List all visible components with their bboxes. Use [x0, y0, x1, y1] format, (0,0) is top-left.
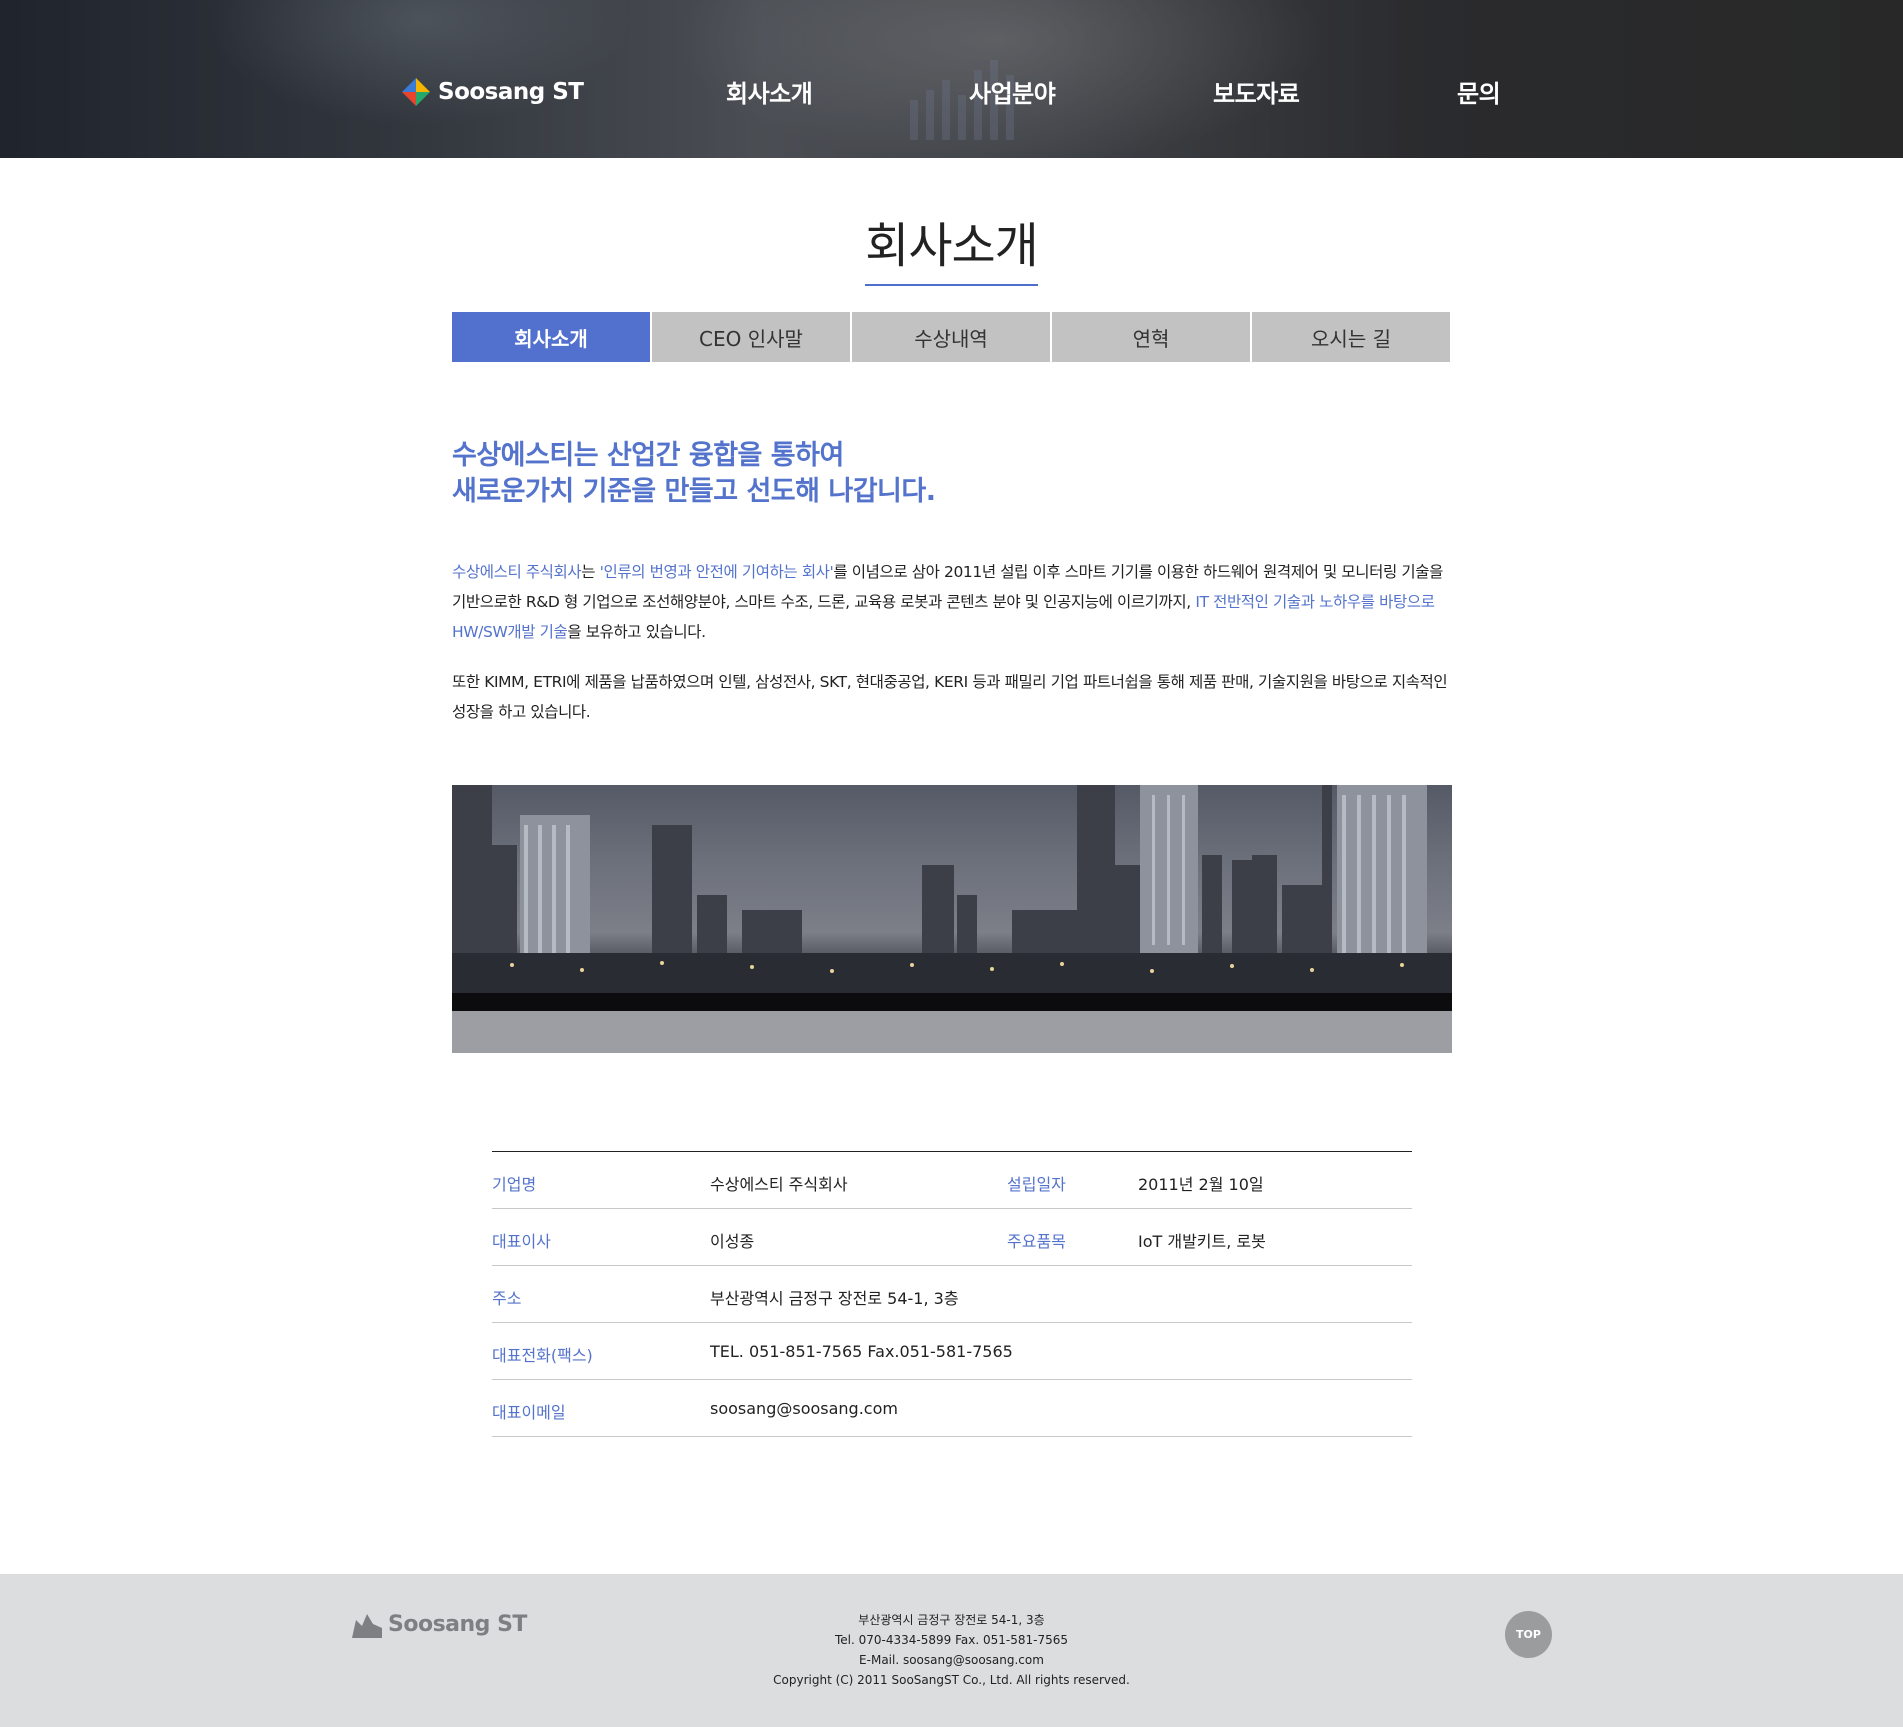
scroll-top-button[interactable]: TOP [1505, 1611, 1552, 1658]
motto-highlight: '인류의 번영과 안전에 기여하는 회사' [599, 563, 834, 581]
logo-icon [402, 78, 430, 106]
tab-directions[interactable]: 오시는 길 [1252, 312, 1450, 362]
headline-line-1: 수상에스티는 산업간 융합을 통하여 [452, 440, 844, 471]
table-row: 주소 부산광역시 금정구 장전로 54-1, 3층 [492, 1266, 1412, 1323]
company-info-table: 기업명 수상에스티 주식회사 설립일자 2011년 2월 10일 대표이사 이성… [492, 1151, 1412, 1437]
logo-text: Soosang ST [438, 79, 584, 105]
headline-line-2: 새로운가치 기준을 만들고 선도해 나갑니다. [452, 476, 936, 507]
header-logo[interactable]: Soosang ST [402, 78, 584, 106]
email-label: 대표이메일 [492, 1403, 566, 1422]
company-name-label: 기업명 [492, 1175, 537, 1194]
address-label: 주소 [492, 1289, 522, 1308]
ceo-label: 대표이사 [492, 1232, 551, 1251]
tab-company-intro[interactable]: 회사소개 [452, 312, 650, 362]
site-header: Soosang ST 회사소개 사업분야 보도자료 문의 [0, 0, 1903, 158]
page-title: 회사소개 [865, 206, 1039, 286]
headline: 수상에스티는 산업간 융합을 통하여 새로운가치 기준을 만들고 선도해 나갑니… [452, 438, 1450, 510]
footer-address: 부산광역시 금정구 장전로 54-1, 3층 [858, 1613, 1045, 1627]
company-name-highlight: 수상에스티 주식회사 [452, 563, 582, 581]
nav-business[interactable]: 사업분야 [969, 74, 1056, 109]
site-footer: Soosang ST 부산광역시 금정구 장전로 54-1, 3층 Tel. 0… [0, 1574, 1903, 1727]
sub-tabs: 회사소개 CEO 인사말 수상내역 연혁 오시는 길 [452, 312, 1450, 362]
phone-value: TEL. 051-851-7565 Fax.051-581-7565 [710, 1342, 1013, 1361]
tab-history[interactable]: 연혁 [1052, 312, 1250, 362]
company-name-value: 수상에스티 주식회사 [710, 1175, 848, 1194]
ceo-value: 이성종 [710, 1232, 755, 1251]
intro-paragraph: 수상에스티 주식회사는 '인류의 번영과 안전에 기여하는 회사'를 이념으로 … [452, 563, 1443, 641]
founded-label: 설립일자 [1007, 1175, 1066, 1194]
footer-copyright: Copyright (C) 2011 SooSangST Co., Ltd. A… [773, 1673, 1130, 1687]
table-row: 기업명 수상에스티 주식회사 설립일자 2011년 2월 10일 [492, 1152, 1412, 1209]
founded-value: 2011년 2월 10일 [1138, 1175, 1264, 1194]
table-row: 대표이메일 soosang@soosang.com [492, 1380, 1412, 1437]
nav-press[interactable]: 보도자료 [1213, 74, 1300, 109]
table-row: 대표이사 이성종 주요품목 IoT 개발키트, 로봇 [492, 1209, 1412, 1266]
table-row: 대표전화(팩스) TEL. 051-851-7565 Fax.051-581-7… [492, 1323, 1412, 1380]
footer-email: E-Mail. soosang@soosang.com [859, 1653, 1044, 1667]
page-title-wrap: 회사소개 [0, 206, 1903, 286]
tab-ceo-greeting[interactable]: CEO 인사말 [652, 312, 850, 362]
footer-tel-fax: Tel. 070-4334-5899 Fax. 051-581-7565 [835, 1633, 1068, 1647]
phone-label: 대표전화(팩스) [492, 1346, 593, 1365]
nav-contact[interactable]: 문의 [1457, 74, 1501, 109]
address-value: 부산광역시 금정구 장전로 54-1, 3층 [710, 1289, 959, 1308]
city-skyline-image [452, 785, 1452, 1053]
tab-awards[interactable]: 수상내역 [852, 312, 1050, 362]
products-label: 주요품목 [1007, 1232, 1066, 1251]
partnership-paragraph: 또한 KIMM, ETRI에 제품을 납품하였으며 인텔, 삼성전사, SKT,… [452, 673, 1448, 721]
products-value: IoT 개발키트, 로봇 [1138, 1232, 1266, 1251]
nav-company[interactable]: 회사소개 [726, 74, 813, 109]
footer-info: 부산광역시 금정구 장전로 54-1, 3층 Tel. 070-4334-589… [0, 1610, 1903, 1690]
email-value: soosang@soosang.com [710, 1399, 898, 1418]
